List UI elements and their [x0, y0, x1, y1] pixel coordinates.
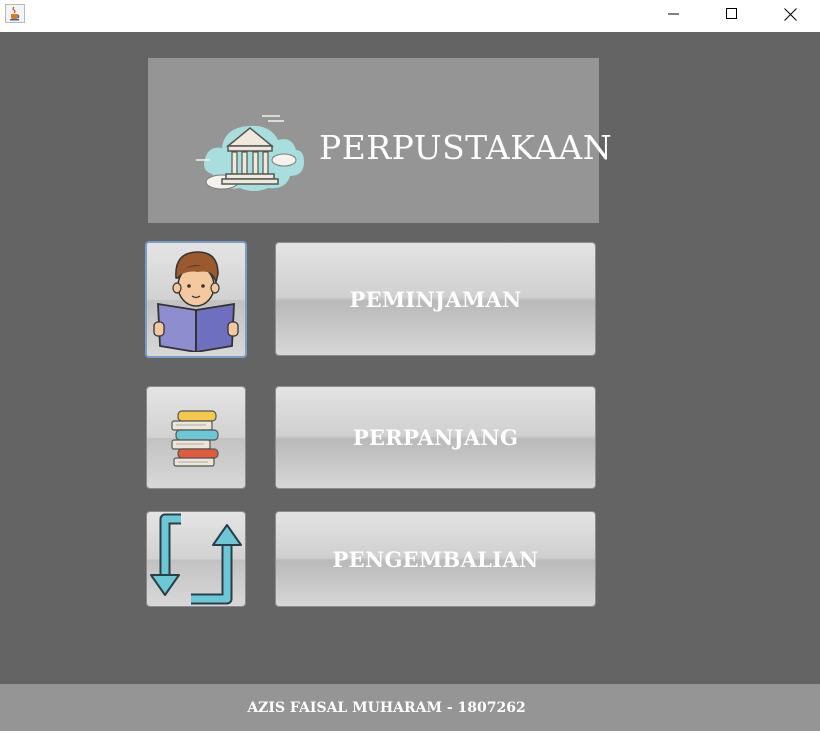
peminjaman-icon-button[interactable] [145, 241, 247, 358]
perpanjang-icon-button[interactable] [146, 386, 246, 489]
window-title-bar [0, 0, 820, 31]
library-building-icon [192, 104, 304, 199]
close-button[interactable] [761, 0, 819, 28]
return-arrows-icon [150, 513, 242, 605]
main-panel: PERPUSTAKAAN PEMINJAMAN PERPANJANG PENGE… [0, 32, 820, 684]
pengembalian-icon-button[interactable] [146, 511, 246, 607]
footer-author: AZIS FAISAL MUHARAM - 1807262 [247, 700, 526, 716]
footer-bar: AZIS FAISAL MUHARAM - 1807262 [0, 684, 820, 731]
page-title: PERPUSTAKAAN [319, 128, 613, 167]
minimize-button[interactable] [645, 0, 703, 28]
maximize-button[interactable] [703, 0, 761, 28]
perpanjang-button[interactable]: PERPANJANG [275, 386, 596, 489]
pengembalian-button[interactable]: PENGEMBALIAN [275, 511, 596, 607]
minimize-icon [668, 13, 679, 15]
close-icon [783, 7, 797, 21]
book-stack-icon [171, 409, 219, 467]
reading-person-icon [153, 250, 239, 352]
header-banner: PERPUSTAKAAN [148, 58, 612, 223]
peminjaman-button[interactable]: PEMINJAMAN [275, 242, 596, 356]
java-cup-icon[interactable] [5, 4, 25, 23]
maximize-icon [726, 8, 737, 19]
